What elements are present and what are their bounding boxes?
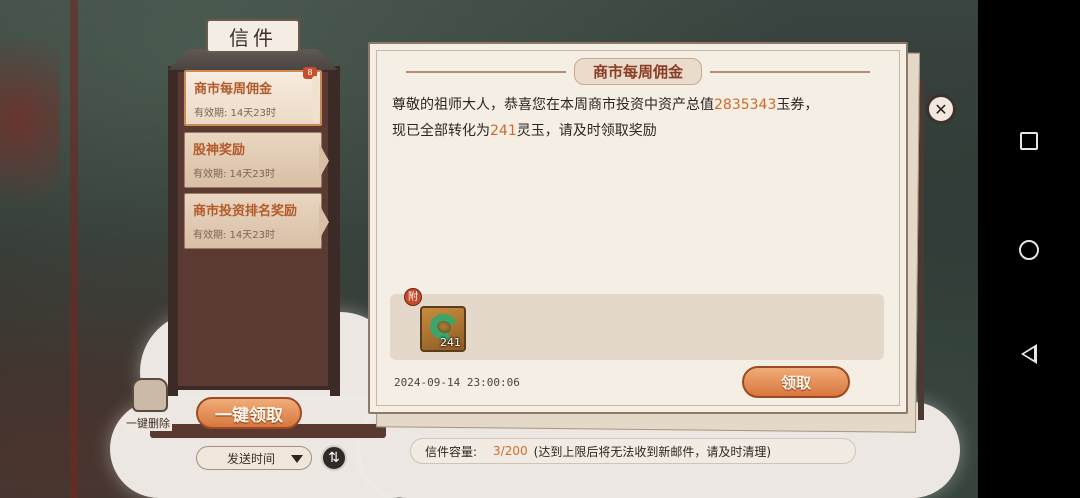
claim-all-button[interactable]: 一键领取 <box>196 397 302 429</box>
jade-amount: 241 <box>490 123 517 139</box>
swap-arrows-icon: ⇅ <box>328 450 340 466</box>
mail-item-title: 商市每周佣金 <box>194 82 273 97</box>
claim-button[interactable]: 领取 <box>742 366 850 398</box>
letter-header: 商市每周佣金 <box>370 58 906 85</box>
sort-order-toggle[interactable]: ⇅ <box>321 445 347 471</box>
letter-timestamp: 2024-09-14 23:00:06 <box>394 376 520 389</box>
mail-list-scrollbar[interactable] <box>312 76 319 122</box>
letter-text: 现已全部转化为 <box>392 123 490 139</box>
capacity-note: (达到上限后将无法收到新邮件，请及时清理) <box>533 444 772 459</box>
mail-item-stock-god-reward[interactable]: 股神奖励 有效期: 14天23时 <box>184 132 329 188</box>
letter-text: 尊敬的祖师大人，恭喜您在本周商市投资中资产总值 <box>392 97 714 113</box>
home-icon[interactable] <box>1019 240 1039 260</box>
capacity-label: 信件容量: <box>425 444 478 459</box>
mail-item-expiry: 有效期: 14天23时 <box>194 108 276 119</box>
delete-all-button[interactable]: 一键删除 <box>124 415 172 431</box>
letter-paper: 商市每周佣金 尊敬的祖师大人，恭喜您在本周商市投资中资产总值2835343玉券，… <box>368 42 908 414</box>
letter-text: 灵玉，请及时领取奖励 <box>516 123 657 139</box>
system-navigation-bar <box>978 0 1080 498</box>
mail-item-expiry: 有效期: 14天23时 <box>193 169 275 180</box>
attachment-tag: 附 <box>404 288 422 306</box>
letter-line-2: 现已全部转化为241灵玉，请及时领取奖励 <box>392 118 888 144</box>
divider <box>405 70 566 73</box>
mail-item-title: 股神奖励 <box>193 143 246 158</box>
basket-icon[interactable] <box>132 378 168 412</box>
mail-item-investment-rank-reward[interactable]: 商市投资排名奖励 有效期: 14天23时 <box>184 193 329 249</box>
mail-item-weekly-commission[interactable]: 商市每周佣金 有效期: 14天23时 <box>184 70 322 126</box>
mail-capacity-bar: 信件容量: 3/200 (达到上限后将无法收到新邮件，请及时清理) <box>410 438 856 464</box>
mailbox-title: 信件 <box>206 19 300 53</box>
divider <box>710 70 870 73</box>
capacity-value: 3/200 <box>493 444 528 458</box>
mail-item-title: 商市投资排名奖励 <box>193 204 298 219</box>
sort-select[interactable]: 发送时间 <box>196 446 312 470</box>
letter-title: 商市每周佣金 <box>573 58 702 85</box>
mail-item-expiry: 有效期: 14天23时 <box>193 230 275 241</box>
close-button[interactable]: ✕ <box>926 94 956 124</box>
caret-down-icon <box>291 455 303 463</box>
asset-value: 2835343 <box>714 97 777 113</box>
background-pillar <box>70 0 78 498</box>
background-tree <box>0 40 60 240</box>
letter-line-1: 尊敬的祖师大人，恭喜您在本周商市投资中资产总值2835343玉券， <box>392 92 888 118</box>
close-icon: ✕ <box>934 99 948 119</box>
sort-select-label: 发送时间 <box>227 451 276 466</box>
letter-body: 尊敬的祖师大人，恭喜您在本周商市投资中资产总值2835343玉券， 现已全部转化… <box>392 92 888 144</box>
letter-text: 玉券， <box>776 97 819 113</box>
back-icon[interactable] <box>1021 344 1037 364</box>
recent-apps-icon[interactable] <box>1020 132 1038 150</box>
item-count: 241 <box>440 336 461 349</box>
attachment-item-slot[interactable]: 241 <box>420 306 466 352</box>
